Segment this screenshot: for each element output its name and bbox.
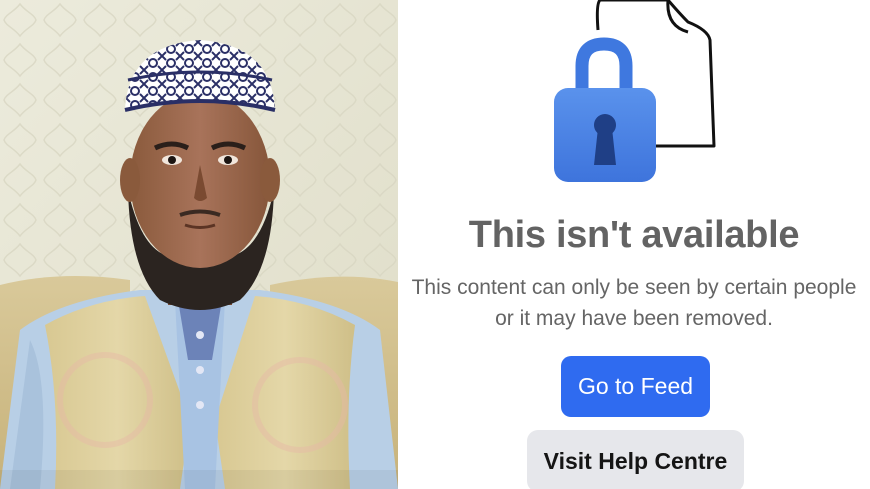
page-title: This isn't available (468, 214, 800, 256)
content-unavailable-panel: This isn't available This content can on… (398, 0, 870, 489)
lock-illustration (548, 0, 728, 195)
go-to-feed-button[interactable]: Go to Feed (561, 356, 710, 417)
composite-screenshot: This isn't available This content can on… (0, 0, 870, 489)
message-line-2: or it may have been removed. (495, 307, 773, 330)
visit-help-centre-button[interactable]: Visit Help Centre (527, 430, 744, 489)
portrait-illustration (0, 0, 398, 489)
message-line-1: This content can only be seen by certain… (411, 276, 857, 299)
portrait-photo (0, 0, 398, 489)
